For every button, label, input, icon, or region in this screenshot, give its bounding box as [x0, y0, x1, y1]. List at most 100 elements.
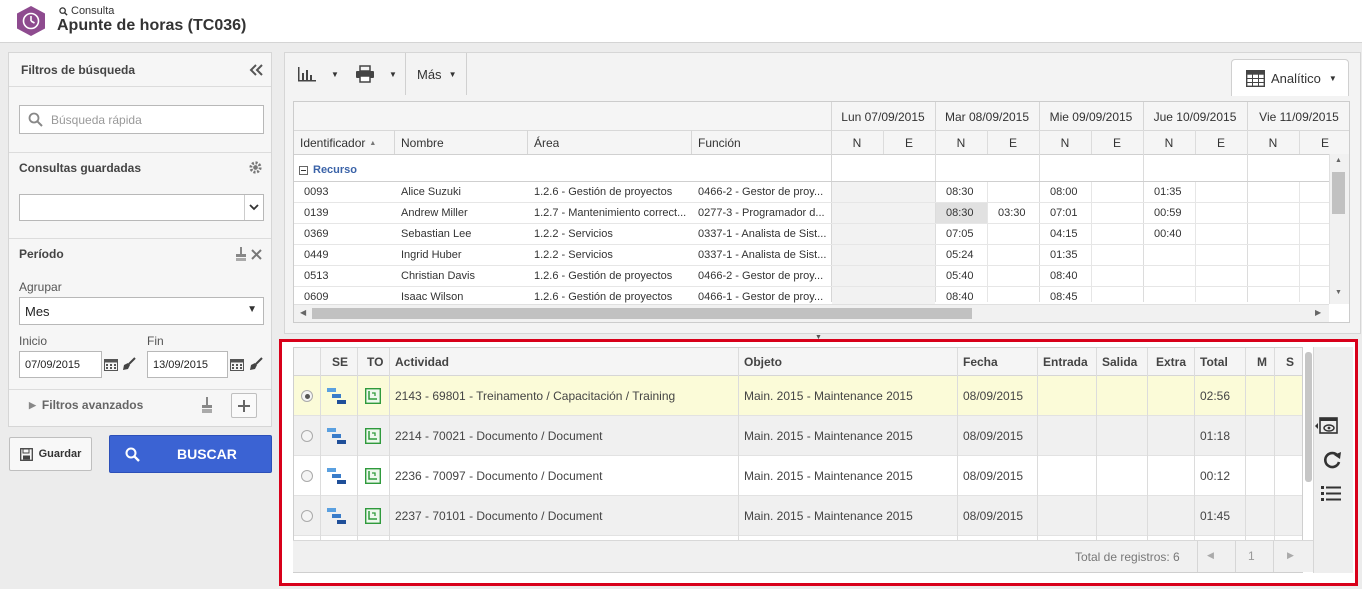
eraser-brush-icon[interactable] — [249, 357, 263, 371]
column-header-activity[interactable]: Actividad — [395, 348, 449, 376]
resource-name: Isaac Wilson — [401, 291, 464, 303]
column-header-m[interactable]: M — [1257, 348, 1267, 376]
table-row[interactable]: 2237 - 70101 - Documento / Document Main.… — [294, 496, 1302, 536]
column-header-identifier[interactable]: Identificador ▲ — [300, 136, 376, 150]
spreadsheet-icon — [1246, 69, 1265, 87]
scrollbar-thumb[interactable] — [1305, 352, 1312, 482]
hours-cell[interactable]: 03:30 — [998, 207, 1038, 219]
table-row[interactable]: 0449 Ingrid Huber 1.2.2 - Servicios 0337-1 … — [294, 245, 1329, 266]
page-title: Apunte de horas (TC036) — [57, 17, 247, 34]
hours-cell[interactable]: 05:40 — [946, 270, 986, 282]
column-header-s[interactable]: S — [1286, 348, 1294, 376]
column-header-object[interactable]: Objeto — [744, 348, 782, 376]
hours-cell[interactable]: 08:40 — [1050, 270, 1090, 282]
column-header-n[interactable]: N — [1143, 136, 1195, 150]
chart-button[interactable]: ▼ — [297, 61, 339, 87]
column-header-entry[interactable]: Entrada — [1043, 348, 1088, 376]
horizontal-scrollbar[interactable]: ◀ ▶ — [294, 304, 1329, 322]
list-icon[interactable] — [1321, 485, 1341, 502]
add-filter-button[interactable] — [231, 393, 257, 418]
column-header-e[interactable]: E — [987, 136, 1039, 150]
row-select-radio[interactable] — [301, 390, 313, 402]
group-row-resource[interactable]: Recurso — [299, 164, 357, 176]
hours-cell[interactable]: 00:59 — [1154, 207, 1194, 219]
column-header-e[interactable]: E — [1091, 136, 1143, 150]
save-button[interactable]: Guardar — [9, 437, 92, 471]
search-button[interactable]: BUSCAR — [109, 435, 272, 473]
clear-brush-icon[interactable] — [235, 247, 247, 261]
start-date-input[interactable]: 07/09/2015 — [19, 351, 102, 378]
resource-name: Christian Davis — [401, 270, 475, 282]
current-page[interactable]: 1 — [1248, 549, 1255, 563]
column-header-e[interactable]: E — [1299, 136, 1349, 150]
hours-cell[interactable]: 08:30 — [946, 186, 986, 198]
chevron-down-icon[interactable] — [244, 195, 263, 220]
next-page-icon[interactable]: ▶ — [1287, 550, 1294, 561]
hours-cell[interactable]: 08:30 — [946, 207, 986, 219]
breadcrumb[interactable]: Consulta — [59, 5, 114, 17]
hours-cell[interactable]: 05:24 — [946, 249, 986, 261]
row-select-radio[interactable] — [301, 430, 313, 442]
column-header-n[interactable]: N — [935, 136, 987, 150]
table-row[interactable]: 0513 Christian Davis 1.2.6 - Gestión de pr… — [294, 266, 1329, 287]
group-select[interactable]: Mes ▼ — [19, 297, 264, 325]
column-header-exit[interactable]: Salida — [1102, 348, 1137, 376]
collapse-panel-icon[interactable] — [249, 64, 263, 76]
column-header-total[interactable]: Total — [1200, 348, 1228, 376]
hours-cell[interactable]: 08:45 — [1050, 291, 1090, 303]
caret-down-icon[interactable]: ▼ — [389, 70, 397, 79]
column-header-name[interactable]: Nombre — [401, 136, 444, 150]
row-select-radio[interactable] — [301, 470, 313, 482]
hours-cell[interactable]: 00:40 — [1154, 228, 1194, 240]
scrollbar-thumb[interactable] — [312, 308, 972, 319]
gear-icon[interactable] — [248, 160, 263, 175]
hours-cell[interactable]: 01:35 — [1050, 249, 1090, 261]
column-header-n[interactable]: N — [1039, 136, 1091, 150]
table-row[interactable]: 0369 Sebastian Lee 1.2.2 - Servicios 0337-1… — [294, 224, 1329, 245]
advanced-filters-toggle[interactable]: ▶ Filtros avanzados — [29, 398, 143, 412]
column-header-n[interactable]: N — [1247, 136, 1299, 150]
calendar-icon[interactable] — [104, 358, 118, 371]
column-header-date[interactable]: Fecha — [963, 348, 998, 376]
hours-cell[interactable]: 07:05 — [946, 228, 986, 240]
end-date-input[interactable]: 13/09/2015 — [147, 351, 228, 378]
column-header-n[interactable]: N — [831, 136, 883, 150]
table-row[interactable]: 2214 - 70021 - Documento / Document Main.… — [294, 416, 1302, 456]
row-select-radio[interactable] — [301, 510, 313, 522]
column-header-area[interactable]: Área — [534, 136, 559, 150]
table-row[interactable]: 2236 - 70097 - Documento / Document Main.… — [294, 456, 1302, 496]
refresh-icon[interactable] — [1322, 450, 1342, 470]
hours-cell[interactable]: 08:40 — [946, 291, 986, 303]
view-mode-tab[interactable]: Analítico ▼ — [1231, 59, 1349, 96]
table-row[interactable]: 0093 Alice Suzuki 1.2.6 - Gestión de proye… — [294, 182, 1329, 203]
column-header-to[interactable]: TO — [367, 348, 383, 376]
resource-name: Ingrid Huber — [401, 249, 462, 261]
clear-brush-icon[interactable] — [201, 397, 213, 413]
saved-queries-select[interactable] — [19, 194, 264, 221]
end-date-value: 13/09/2015 — [153, 358, 209, 371]
hours-cell[interactable]: 08:00 — [1050, 186, 1090, 198]
side-toolbar — [1313, 347, 1353, 573]
quick-search-input[interactable]: Búsqueda rápida — [19, 105, 264, 134]
column-header-function[interactable]: Función — [698, 136, 741, 150]
hours-cell[interactable]: 04:15 — [1050, 228, 1090, 240]
column-header-extra[interactable]: Extra — [1156, 348, 1186, 376]
column-header-se[interactable]: SE — [332, 348, 348, 376]
close-icon[interactable] — [251, 249, 262, 260]
previous-page-icon[interactable]: ◀ — [1207, 550, 1214, 561]
table-row[interactable]: 2143 - 69801 - Treinamento / Capacitació… — [294, 376, 1302, 416]
date-cell: 08/09/2015 — [963, 509, 1024, 523]
scrollbar-thumb[interactable] — [1332, 172, 1345, 214]
view-details-icon[interactable] — [1315, 417, 1339, 435]
print-button[interactable]: ▼ — [355, 61, 397, 87]
calendar-icon[interactable] — [230, 358, 244, 371]
eraser-brush-icon[interactable] — [122, 357, 136, 371]
hours-cell[interactable]: 01:35 — [1154, 186, 1194, 198]
table-row[interactable]: 0139 Andrew Miller 1.2.7 - Mantenimiento c… — [294, 203, 1329, 224]
vertical-scrollbar[interactable]: ▲ ▼ — [1329, 154, 1349, 304]
more-menu-button[interactable]: Más ▼ — [417, 61, 456, 87]
caret-down-icon[interactable]: ▼ — [331, 70, 339, 79]
column-header-e[interactable]: E — [883, 136, 935, 150]
column-header-e[interactable]: E — [1195, 136, 1247, 150]
hours-cell[interactable]: 07:01 — [1050, 207, 1090, 219]
